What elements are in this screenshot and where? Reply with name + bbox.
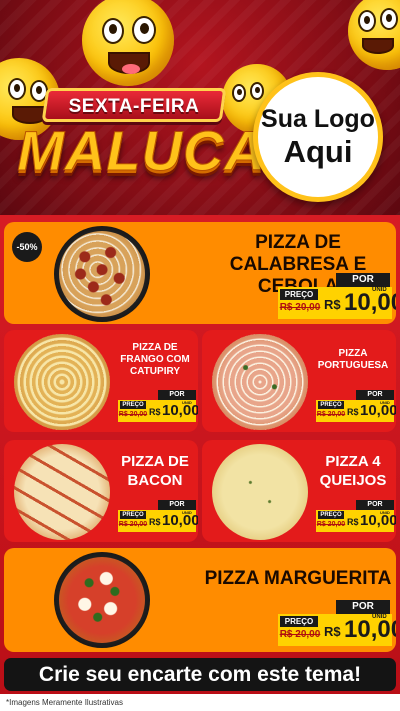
product-name: PIZZA PORTUGUESA [317,348,389,371]
por-label: POR [336,600,390,614]
preco-label: PREÇO [318,511,344,519]
currency: R$ [324,624,341,639]
bacon-pizza-icon [14,444,110,540]
por-label: POR [336,273,390,287]
header-banner: SEXTA-FEIRA MALUCA Sua Logo Aqui [0,0,400,215]
logo-line-2: Aqui [283,134,353,169]
price-value: 10,00 [344,616,396,643]
price-tag: POR PREÇO R$ 20,00 R$ 10,00 UNID [278,273,396,321]
old-price: R$ 20,00 [279,302,321,313]
currency: R$ [324,297,341,312]
product-card[interactable]: PIZZA DE BACON POR PREÇO R$ 20,00 R$ 10,… [4,440,198,542]
old-price: R$ 20,00 [118,411,148,418]
price-value: 10,00 [360,402,396,419]
preco-label: PREÇO [318,401,344,409]
old-price: R$ 20,00 [118,521,148,528]
event-title: SEXTA-FEIRA MALUCA [17,88,266,188]
cta-banner[interactable]: Crie seu encarte com este tema! [4,658,396,691]
price-box: PREÇO R$ 20,00 R$ 10,00 UNID [316,510,396,532]
unit-label: UNID [182,510,192,515]
product-card[interactable]: PIZZA PORTUGUESA POR PREÇO R$ 20,00 R$ 1… [202,330,396,432]
product-card[interactable]: PIZZA DE FRANGO COM CATUPIRY POR PREÇO R… [4,330,198,432]
unit-label: UNID [380,400,390,405]
price-value: 10,00 [344,289,396,316]
preco-label: PREÇO [280,289,318,300]
title-main: MALUCA [17,118,266,182]
price-tag: POR PREÇO R$ 20,00 R$ 10,00 UNID [118,390,198,424]
marguerita-pizza-icon [59,557,145,643]
calabresa-pizza-icon [59,231,145,317]
price-value: 10,00 [360,512,396,529]
preco-label: PREÇO [120,401,146,409]
price-value: 10,00 [162,402,198,419]
por-label: POR [158,500,196,510]
quatro-queijos-pizza-icon [212,444,308,540]
price-box: PREÇO R$ 20,00 R$ 10,00 UNID [278,614,396,646]
footnote: *Imagens Meramente Ilustrativas [0,694,400,711]
product-name: PIZZA DE FRANGO COM CATUPIRY [120,342,190,377]
price-tag: POR PREÇO R$ 20,00 R$ 10,00 UNID [316,500,396,534]
product-name: PIZZA MARGUERITA [204,568,392,589]
preco-label: PREÇO [120,511,146,519]
unit-label: UNID [372,614,387,620]
por-label: POR [356,500,394,510]
unit-label: UNID [182,400,192,405]
logo-line-1: Sua Logo [261,105,375,133]
old-price: R$ 20,00 [316,521,346,528]
discount-badge: -50% [12,232,42,262]
old-price: R$ 20,00 [316,411,346,418]
product-card[interactable]: PIZZA 4 QUEIJOS POR PREÇO R$ 20,00 R$ 10… [202,440,396,542]
unit-label: UNID [372,287,387,293]
currency: R$ [149,517,161,527]
currency: R$ [149,407,161,417]
price-box: PREÇO R$ 20,00 R$ 10,00 UNID [118,510,198,532]
price-box: PREÇO R$ 20,00 R$ 10,00 UNID [278,287,396,319]
por-label: POR [356,390,394,400]
logo-placeholder[interactable]: Sua Logo Aqui [253,72,383,202]
product-card[interactable]: -50% PIZZA DE CALABRESA E CEBOLA POR PRE… [4,222,396,324]
portuguesa-pizza-icon [212,334,308,430]
product-card[interactable]: PIZZA MARGUERITA POR PREÇO R$ 20,00 R$ 1… [4,548,396,652]
por-label: POR [158,390,196,400]
price-tag: POR PREÇO R$ 20,00 R$ 10,00 UNID [316,390,396,424]
price-tag: POR PREÇO R$ 20,00 R$ 10,00 UNID [278,600,396,648]
unit-label: UNID [380,510,390,515]
currency: R$ [347,407,359,417]
old-price: R$ 20,00 [279,629,321,640]
price-box: PREÇO R$ 20,00 R$ 10,00 UNID [118,400,198,422]
price-value: 10,00 [162,512,198,529]
preco-label: PREÇO [280,616,318,627]
product-name: PIZZA 4 QUEIJOS [319,453,387,489]
price-box: PREÇO R$ 20,00 R$ 10,00 UNID [316,400,396,422]
product-name: PIZZA DE BACON [121,453,189,489]
price-tag: POR PREÇO R$ 20,00 R$ 10,00 UNID [118,500,198,534]
frango-pizza-icon [14,334,110,430]
currency: R$ [347,517,359,527]
